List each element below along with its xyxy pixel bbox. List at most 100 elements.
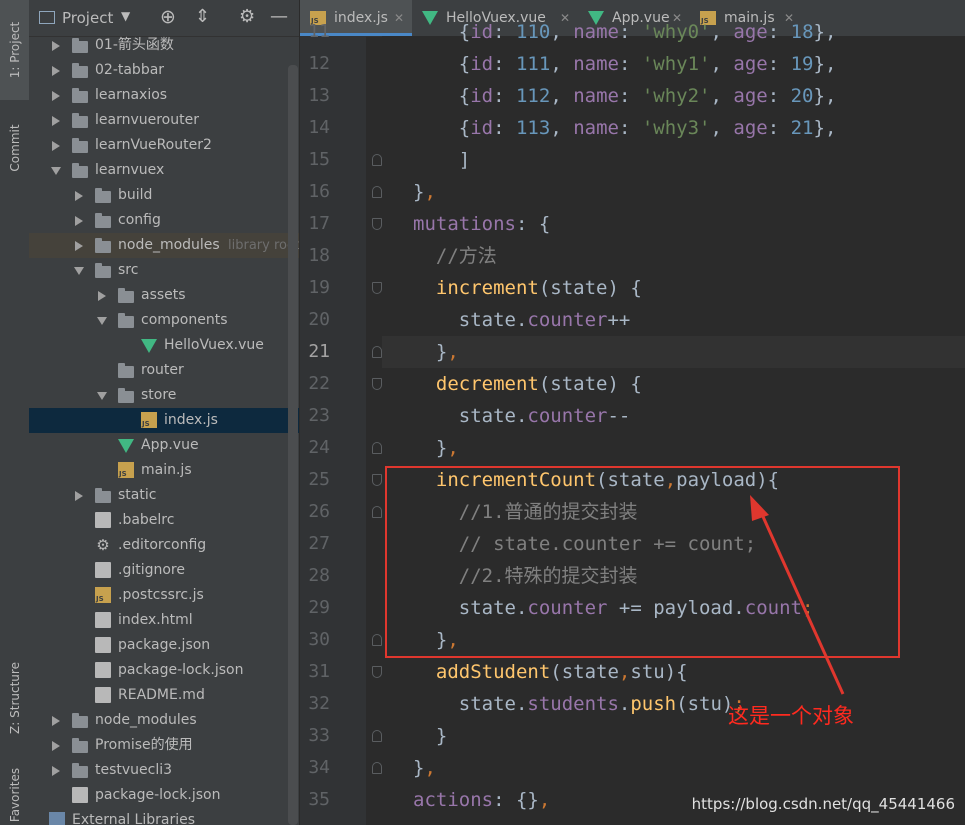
chevron-right-icon[interactable] <box>52 91 60 101</box>
locate-icon[interactable]: ⊕ <box>160 6 176 28</box>
chevron-down-icon[interactable]: ▼ <box>121 9 130 23</box>
fold-marker-icon[interactable] <box>372 154 382 166</box>
chevron-right-icon[interactable] <box>75 241 83 251</box>
code-token: , <box>424 757 436 779</box>
tree-item[interactable]: ⚙ .editorconfig <box>29 533 299 558</box>
code-token: { <box>458 21 471 43</box>
tree-item[interactable]: main.js <box>29 458 299 483</box>
fold-marker-icon[interactable] <box>372 346 382 358</box>
tree-item[interactable]: learnaxios <box>29 83 299 108</box>
tree-item[interactable]: learnVueRouter2 <box>29 133 299 158</box>
tree-item[interactable]: build <box>29 183 299 208</box>
code-token: { <box>413 117 471 139</box>
tree-item[interactable]: config <box>29 208 299 233</box>
tree-item[interactable]: 01-箭头函数 <box>29 33 299 58</box>
tree-item[interactable]: README.md <box>29 683 299 708</box>
close-icon[interactable]: ✕ <box>394 0 404 36</box>
line-number: 24 <box>308 437 330 458</box>
chevron-right-icon[interactable] <box>75 216 83 226</box>
tree-item-label: store <box>141 387 177 403</box>
tree-item[interactable]: 02-tabbar <box>29 58 299 83</box>
project-tree-scrollbar[interactable] <box>288 65 298 825</box>
fold-marker-icon[interactable] <box>372 730 382 742</box>
tree-item[interactable]: static <box>29 483 299 508</box>
tree-item[interactable]: index.html <box>29 608 299 633</box>
favorites-tool-tab[interactable]: Favorites <box>0 765 29 825</box>
fold-marker-icon[interactable] <box>372 282 382 294</box>
code-token: 'why1' <box>641 53 711 75</box>
fold-marker-icon[interactable] <box>372 666 382 678</box>
structure-tool-tab[interactable]: Z: Structure <box>0 648 29 748</box>
tree-item[interactable]: .babelrc <box>29 508 299 533</box>
chevron-right-icon[interactable] <box>52 41 60 51</box>
tree-item[interactable]: node_modules library root <box>29 233 299 258</box>
code-token: counter <box>527 405 608 427</box>
tree-item[interactable]: App.vue <box>29 433 299 458</box>
code-token: : {} <box>493 789 539 811</box>
tree-item[interactable]: index.js <box>29 408 299 433</box>
tree-item[interactable]: learnvuerouter <box>29 108 299 133</box>
fold-marker-icon[interactable] <box>372 762 382 774</box>
chevron-down-icon[interactable] <box>97 392 107 400</box>
tree-item[interactable]: src <box>29 258 299 283</box>
code-token: students <box>527 693 619 715</box>
tree-item[interactable]: package.json <box>29 633 299 658</box>
chevron-right-icon[interactable] <box>52 716 60 726</box>
gear-icon[interactable]: ⚙ <box>239 6 255 27</box>
collapse-all-icon[interactable]: ⇕ <box>195 6 210 27</box>
chevron-down-icon[interactable] <box>97 317 107 325</box>
code-token: , <box>710 53 734 75</box>
code-token: name <box>573 117 619 139</box>
project-tool-tab[interactable]: 1: Project <box>0 0 29 100</box>
tree-item[interactable]: router <box>29 358 299 383</box>
chevron-right-icon[interactable] <box>52 116 60 126</box>
code-token: 'why3' <box>641 117 711 139</box>
fold-marker-icon[interactable] <box>372 378 382 390</box>
code-token: stu){ <box>630 661 688 683</box>
chevron-right-icon[interactable] <box>52 141 60 151</box>
tree-item[interactable]: package-lock.json <box>29 658 299 683</box>
chevron-right-icon[interactable] <box>75 491 83 501</box>
code-token: 'why0' <box>641 21 711 43</box>
tree-item-label: index.html <box>118 612 193 628</box>
chevron-down-icon[interactable] <box>74 267 84 275</box>
commit-tool-tab[interactable]: Commit <box>0 108 29 188</box>
folder-icon <box>72 713 88 728</box>
chevron-right-icon[interactable] <box>52 766 60 776</box>
fold-marker-icon[interactable] <box>372 634 382 646</box>
code-token: , <box>710 117 734 139</box>
folder-icon <box>95 488 111 503</box>
vue-file-icon <box>118 439 134 453</box>
chevron-down-icon[interactable] <box>51 167 61 175</box>
tree-item[interactable]: External Libraries <box>29 808 299 825</box>
chevron-right-icon[interactable] <box>52 741 60 751</box>
line-number: 29 <box>308 597 330 618</box>
tree-item[interactable]: HelloVuex.vue <box>29 333 299 358</box>
gear-icon: ⚙ <box>96 536 110 554</box>
fold-marker-icon[interactable] <box>372 506 382 518</box>
tree-item[interactable]: node_modules <box>29 708 299 733</box>
chevron-right-icon[interactable] <box>75 191 83 201</box>
tree-item[interactable]: Promise的使用 <box>29 733 299 758</box>
tree-item-label: package.json <box>118 637 211 653</box>
tree-item[interactable]: components <box>29 308 299 333</box>
minimize-icon[interactable]: — <box>270 6 288 27</box>
tree-item[interactable]: .postcssrc.js <box>29 583 299 608</box>
code-token: , <box>447 341 459 363</box>
tree-item[interactable]: store <box>29 383 299 408</box>
fold-marker-icon[interactable] <box>372 186 382 198</box>
fold-marker-icon[interactable] <box>372 218 382 230</box>
tree-item[interactable]: assets <box>29 283 299 308</box>
tree-item[interactable]: learnvuex <box>29 158 299 183</box>
project-view-selector[interactable]: Project <box>62 9 113 27</box>
tree-item[interactable]: .gitignore <box>29 558 299 583</box>
tree-item[interactable]: testvuecli3 <box>29 758 299 783</box>
code-token: age <box>733 53 768 75</box>
code-line: }, <box>413 752 436 784</box>
chevron-right-icon[interactable] <box>98 291 106 301</box>
fold-marker-icon[interactable] <box>372 474 382 486</box>
fold-marker-icon[interactable] <box>372 442 382 454</box>
chevron-right-icon[interactable] <box>52 66 60 76</box>
tree-item[interactable]: package-lock.json <box>29 783 299 808</box>
